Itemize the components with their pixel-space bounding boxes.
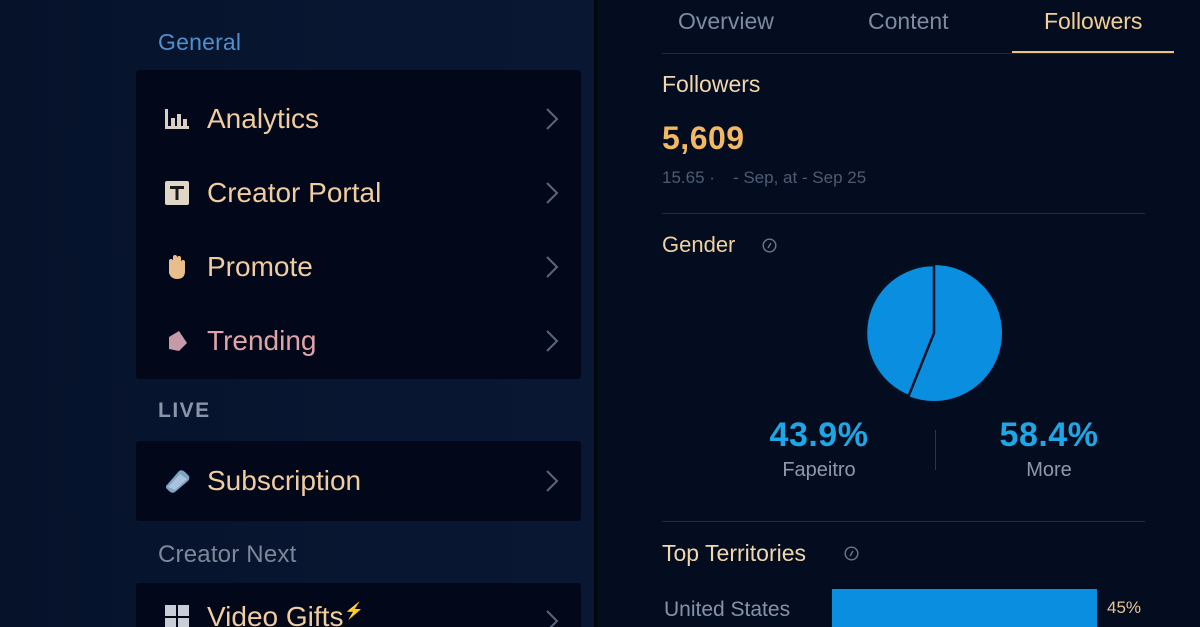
hand-icon bbox=[163, 253, 191, 281]
grid-icon bbox=[163, 603, 191, 627]
tag-icon bbox=[163, 327, 191, 355]
menu-item-label: Promote bbox=[207, 251, 313, 282]
menu-item-label: Analytics bbox=[207, 103, 320, 134]
gender-right-value: 58.4% bbox=[999, 416, 1099, 454]
chevron-right-icon bbox=[545, 469, 559, 493]
menu-item-label: Video Gifts bbox=[207, 601, 344, 627]
section-creator-next-label: Creator Next bbox=[158, 541, 297, 568]
followers-date-range: 15.65 · - Sep, at - Sep 25 bbox=[662, 168, 884, 188]
gender-stat-right: 58.4% More bbox=[969, 416, 1129, 482]
menu-item-label: Creator Portal bbox=[207, 177, 382, 208]
followers-delta: 15.65 · bbox=[662, 168, 715, 187]
menu-item-creator-portal[interactable]: Creator Portal bbox=[136, 156, 581, 230]
gender-heading: Gender bbox=[662, 232, 736, 257]
live-menu-group: Subscription bbox=[136, 441, 581, 521]
chevron-right-icon bbox=[545, 107, 559, 131]
gender-left-label: Fapeitro bbox=[782, 459, 856, 481]
analytics-tabs: Overview Content Followers bbox=[662, 0, 1174, 54]
chevron-right-icon bbox=[545, 609, 559, 627]
info-icon[interactable] bbox=[762, 238, 777, 253]
menu-item-subscription[interactable]: Subscription bbox=[136, 444, 581, 518]
menu-item-video-gifts[interactable]: Video Gifts ⚡ bbox=[136, 583, 581, 627]
territory-name: United States bbox=[664, 598, 791, 621]
gift-sparkle-icon: ⚡ bbox=[344, 603, 364, 620]
followers-period: - Sep, at - Sep 25 bbox=[732, 168, 867, 187]
territory-percent: 45% bbox=[1107, 598, 1142, 617]
active-tab-indicator bbox=[1012, 51, 1174, 53]
info-icon[interactable] bbox=[844, 546, 859, 561]
portal-icon bbox=[163, 179, 191, 207]
creator-next-menu-group: Video Gifts ⚡ bbox=[136, 583, 581, 627]
menu-item-label: Subscription bbox=[207, 465, 362, 496]
gender-stat-left: 43.9% Fapeitro bbox=[739, 416, 899, 482]
chevron-right-icon bbox=[545, 181, 559, 205]
section-divider bbox=[662, 213, 1145, 214]
followers-count: 5,609 bbox=[662, 120, 745, 156]
tab-overview[interactable]: Overview bbox=[678, 8, 774, 35]
tab-content[interactable]: Content bbox=[868, 8, 949, 35]
chevron-right-icon bbox=[545, 255, 559, 279]
section-divider bbox=[662, 521, 1145, 522]
menu-item-trending[interactable]: Trending bbox=[136, 304, 581, 378]
chart-icon bbox=[163, 105, 191, 133]
chevron-right-icon bbox=[545, 329, 559, 353]
gender-pie-chart bbox=[864, 263, 1002, 401]
menu-item-analytics[interactable]: Analytics bbox=[136, 82, 581, 156]
gender-left-value: 43.9% bbox=[769, 416, 869, 454]
section-live-label: LIVE bbox=[158, 399, 211, 422]
top-territories-heading: Top Territories bbox=[662, 540, 807, 566]
followers-heading: Followers bbox=[662, 71, 761, 97]
gem-icon bbox=[163, 467, 191, 495]
section-general-label: General bbox=[158, 29, 242, 55]
analytics-panel: Overview Content Followers Followers 5,6… bbox=[598, 0, 1200, 627]
settings-sidebar: General Analytics Creator Portal Promote bbox=[0, 0, 594, 627]
menu-item-promote[interactable]: Promote bbox=[136, 230, 581, 304]
menu-item-label: Trending bbox=[207, 325, 317, 356]
tab-followers[interactable]: Followers bbox=[1044, 8, 1142, 35]
gender-right-label: More bbox=[1026, 459, 1072, 481]
stat-divider bbox=[935, 430, 936, 470]
territory-bar bbox=[832, 589, 1097, 627]
general-menu-group: Analytics Creator Portal Promote Trendin… bbox=[136, 70, 581, 379]
